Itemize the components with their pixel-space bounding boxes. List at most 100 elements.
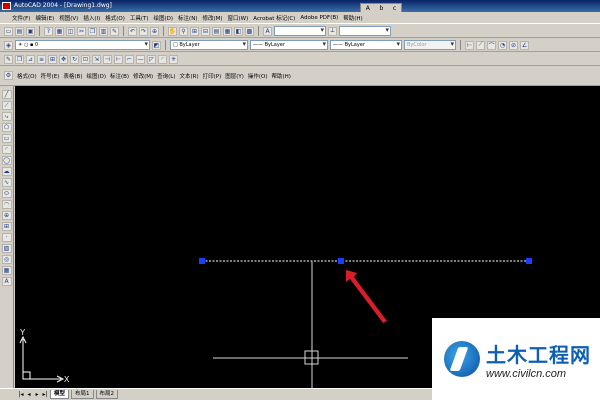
tab-layout2[interactable]: 布局2 bbox=[95, 390, 119, 399]
last-tab-arrow-icon[interactable]: ▸| bbox=[42, 391, 48, 398]
spline-icon[interactable]: ∿ bbox=[1, 178, 12, 187]
menu-tools[interactable]: 工具(T) bbox=[130, 14, 149, 22]
hatch-icon[interactable]: ▧ bbox=[1, 244, 12, 253]
polygon-icon[interactable]: ⬠ bbox=[1, 123, 12, 132]
menu2-draw[interactable]: 绘图(D) bbox=[86, 72, 106, 80]
revision-cloud-icon[interactable]: ☁ bbox=[1, 167, 12, 176]
layer-combo[interactable]: ☀ ○ ▪ 0 bbox=[15, 40, 150, 50]
offset-icon[interactable]: ≡ bbox=[37, 54, 46, 64]
menu2-layer[interactable]: 图层(Y) bbox=[225, 72, 244, 80]
text-style-icon[interactable]: A bbox=[263, 26, 272, 36]
arc-icon[interactable]: ◜ bbox=[1, 145, 12, 154]
angular-dim-icon[interactable]: ∠ bbox=[520, 40, 529, 50]
cut-icon[interactable]: ✂ bbox=[77, 26, 86, 36]
extend-icon[interactable]: ⊢ bbox=[114, 54, 123, 64]
menu2-query[interactable]: 查询(L) bbox=[157, 72, 175, 80]
menu-help[interactable]: 帮助(H) bbox=[343, 14, 362, 22]
ellipse-icon[interactable]: ⬭ bbox=[1, 189, 12, 198]
new-icon[interactable]: ▭ bbox=[4, 26, 13, 36]
copy-icon[interactable]: ❐ bbox=[88, 26, 97, 36]
insert-block-icon[interactable]: ⊕ bbox=[1, 211, 12, 220]
text-icon[interactable]: A bbox=[1, 277, 12, 286]
prev-tab-arrow-icon[interactable]: ◂ bbox=[26, 391, 32, 398]
linetype-combo[interactable]: —— ByLayer bbox=[250, 40, 328, 50]
paste-icon[interactable]: ▥ bbox=[99, 26, 108, 36]
construction-line-icon[interactable]: ⟋ bbox=[1, 101, 12, 110]
color-combo[interactable]: □ ByLayer bbox=[170, 40, 248, 50]
stretch-icon[interactable]: ⇲ bbox=[92, 54, 101, 64]
hyperlink-icon[interactable]: ⊕ bbox=[150, 26, 159, 36]
chamfer-icon[interactable]: ◸ bbox=[147, 54, 156, 64]
text-style-combo[interactable] bbox=[274, 26, 326, 36]
menu-window[interactable]: 窗口(W) bbox=[228, 14, 249, 22]
table-icon[interactable]: ▦ bbox=[1, 266, 12, 275]
dim-style-combo[interactable] bbox=[339, 26, 391, 36]
menu2-modify[interactable]: 修改(M) bbox=[133, 72, 153, 80]
next-tab-arrow-icon[interactable]: ▸ bbox=[34, 391, 40, 398]
design-center-icon[interactable]: ▦ bbox=[223, 26, 232, 36]
scale-icon[interactable]: ⊡ bbox=[81, 54, 90, 64]
move-icon[interactable]: ✥ bbox=[59, 54, 68, 64]
radius-dim-icon[interactable]: ◔ bbox=[498, 40, 507, 50]
menu-edit[interactable]: 编辑(E) bbox=[35, 14, 54, 22]
pan-icon[interactable]: ✋ bbox=[168, 26, 177, 36]
menu-modify[interactable]: 修改(M) bbox=[202, 14, 222, 22]
match-properties-icon[interactable]: ✎ bbox=[110, 26, 119, 36]
print-icon[interactable]: ▦ bbox=[55, 26, 64, 36]
undo-icon[interactable]: ↶ bbox=[128, 26, 137, 36]
menu-acrobat[interactable]: Acrobat 标记(C) bbox=[253, 14, 295, 22]
line-icon[interactable]: ╱ bbox=[1, 90, 12, 99]
region-icon[interactable]: ◎ bbox=[1, 255, 12, 264]
menu2-operate[interactable]: 操作(O) bbox=[248, 72, 268, 80]
explode-icon[interactable]: ✳ bbox=[169, 54, 178, 64]
palette-item-1[interactable]: A bbox=[366, 5, 370, 12]
zoom-icon[interactable]: ⚲ bbox=[179, 26, 188, 36]
circle-icon[interactable]: ◯ bbox=[1, 156, 12, 165]
properties-icon[interactable]: ▤ bbox=[212, 26, 221, 36]
menu2-dimension[interactable]: 标注(B) bbox=[110, 72, 129, 80]
join-icon[interactable]: — bbox=[136, 54, 145, 64]
aligned-dim-icon[interactable]: ⟋ bbox=[476, 40, 485, 50]
menu2-table[interactable]: 表格(B) bbox=[63, 72, 82, 80]
preview-icon[interactable]: ◫ bbox=[66, 26, 75, 36]
make-block-icon[interactable]: ⊞ bbox=[1, 222, 12, 231]
point-icon[interactable]: · bbox=[1, 233, 12, 242]
erase-icon[interactable]: ✎ bbox=[4, 54, 13, 64]
break-icon[interactable]: ⌐ bbox=[125, 54, 134, 64]
rectangle-icon[interactable]: ▭ bbox=[1, 134, 12, 143]
menu-dimension[interactable]: 标注(N) bbox=[178, 14, 197, 22]
menu2-text[interactable]: 文本(R) bbox=[180, 72, 199, 80]
polyline-icon[interactable]: ⤷ bbox=[1, 112, 12, 121]
fillet-icon[interactable]: ◜ bbox=[158, 54, 167, 64]
layer-icon[interactable]: ◈ bbox=[4, 40, 13, 50]
diameter-dim-icon[interactable]: ⊘ bbox=[509, 40, 518, 50]
menu2-format[interactable]: 格式(O) bbox=[17, 72, 37, 80]
redo-icon[interactable]: ↷ bbox=[139, 26, 148, 36]
tab-layout1[interactable]: 布局1 bbox=[71, 390, 94, 399]
menu-file[interactable]: 文件(F) bbox=[12, 14, 30, 22]
open-icon[interactable]: ▤ bbox=[15, 26, 24, 36]
tab-model[interactable]: 模型 bbox=[50, 390, 70, 399]
first-tab-arrow-icon[interactable]: |◂ bbox=[18, 391, 24, 398]
save-icon[interactable]: ▣ bbox=[26, 26, 35, 36]
dim-style-icon[interactable]: ⟂ bbox=[328, 26, 337, 36]
express-tools-icon[interactable]: ⚙ bbox=[4, 71, 13, 80]
menu-draw[interactable]: 绘图(D) bbox=[154, 14, 174, 22]
menu-adobe-pdf[interactable]: Adobe PDF(B) bbox=[300, 15, 338, 21]
lineweight-combo[interactable]: —— ByLayer bbox=[330, 40, 402, 50]
rotate-icon[interactable]: ↻ bbox=[70, 54, 79, 64]
zoom-previous-icon[interactable]: ⊟ bbox=[201, 26, 210, 36]
menu2-symbol[interactable]: 符号(E) bbox=[41, 72, 60, 80]
tool-palette-icon[interactable]: ◧ bbox=[234, 26, 243, 36]
copy-object-icon[interactable]: ❐ bbox=[15, 54, 24, 64]
menu-view[interactable]: 视图(V) bbox=[59, 14, 78, 22]
menu2-help[interactable]: 帮助(H) bbox=[272, 72, 291, 80]
ellipse-arc-icon[interactable]: ◠ bbox=[1, 200, 12, 209]
menu2-print[interactable]: 打印(P) bbox=[203, 72, 222, 80]
make-current-layer-icon[interactable]: ◩ bbox=[152, 40, 161, 50]
trim-icon[interactable]: ⊣ bbox=[103, 54, 112, 64]
autocad-app-icon[interactable] bbox=[2, 2, 11, 10]
calculator-icon[interactable]: ▩ bbox=[245, 26, 254, 36]
mirror-icon[interactable]: ⊿ bbox=[26, 54, 35, 64]
ortho-line-icon[interactable]: ⊢ bbox=[465, 40, 474, 50]
